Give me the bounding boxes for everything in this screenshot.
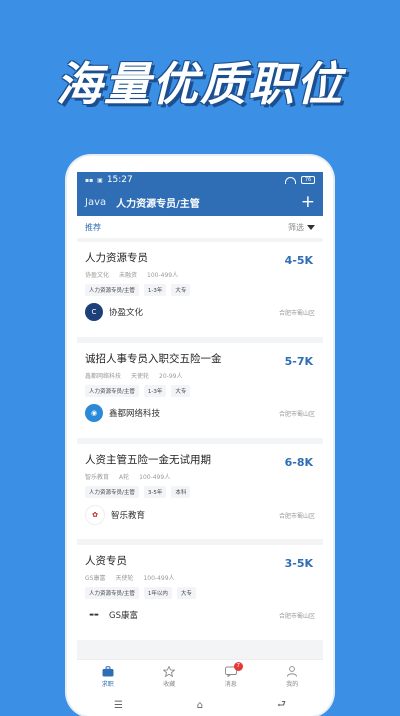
tab-favorites[interactable]: 收藏: [163, 666, 175, 688]
filter-label: 筛选: [288, 222, 304, 232]
company-meta: 智乐教育 A轮 100-499人: [85, 472, 315, 481]
top-nav: Java 人力资源专员/主管 +: [77, 188, 323, 216]
job-title: 诚招人事专员入职交五险一金: [85, 353, 222, 365]
system-nav-bar: ☰ ⌂ ⮐: [77, 694, 323, 716]
filter-button[interactable]: 筛选: [288, 222, 315, 233]
job-card[interactable]: 人资主管五险一金无试用期 6-8K 智乐教育 A轮 100-499人 人力资源专…: [77, 444, 323, 539]
tag-category: 人力资源专员/主管: [85, 284, 139, 296]
job-card[interactable]: 诚招人事专员入职交五险一金 5-7K 鑫都网络科技 天使轮 20-99人 人力资…: [77, 343, 323, 438]
company-row: ◉ 鑫都网络科技 合肥市蜀山区: [85, 404, 315, 422]
company-name: 鑫都网络科技: [109, 409, 161, 419]
job-tags: 人力资源专员/主管 1年以内 大专: [85, 587, 315, 599]
company-short-name: 协盈文化: [85, 272, 110, 279]
funding-stage: 未融资: [119, 272, 138, 279]
tag-experience: 1年以内: [143, 587, 172, 599]
plus-icon[interactable]: +: [301, 193, 315, 211]
unread-badge: 7: [233, 662, 243, 671]
job-title: 人力资源专员: [85, 252, 148, 264]
company-short-name: 鑫都网络科技: [85, 373, 122, 380]
tag-category: 人力资源专员/主管: [85, 486, 139, 498]
company-logo-icon: C: [85, 303, 103, 321]
job-title: 人资主管五险一金无试用期: [85, 454, 211, 466]
funding-stage: 天使轮: [131, 373, 150, 380]
tag-education: 大专: [176, 587, 196, 599]
company-logo-icon: ▬▬: [85, 606, 103, 624]
job-salary: 6-8K: [284, 456, 313, 469]
tab-label: 求职: [101, 681, 114, 688]
star-icon: [163, 666, 176, 677]
tag-category: 人力资源专员/主管: [85, 385, 139, 397]
job-salary: 5-7K: [284, 355, 313, 368]
company-row: C 协盈文化 合肥市蜀山区: [85, 303, 315, 321]
battery-icon: 76: [301, 176, 315, 184]
briefcase-icon: [102, 666, 114, 677]
company-name: GS康富: [109, 611, 138, 621]
company-size: 100-499人: [147, 272, 179, 279]
company-size: 100-499人: [143, 575, 175, 582]
company-meta: 协盈文化 未融资 100-499人: [85, 270, 315, 279]
job-salary: 3-5K: [284, 557, 313, 570]
dropdown-arrow-icon: [307, 224, 315, 230]
tab-label: 我的: [286, 681, 299, 688]
funding-stage: 天使轮: [115, 575, 134, 582]
job-card[interactable]: 人资专员 3-5K GS康富 天使轮 100-499人 人力资源专员/主管 1年…: [77, 545, 323, 640]
user-icon: [287, 666, 298, 677]
company-row: ✿ 智乐教育 合肥市蜀山区: [85, 505, 315, 525]
funding-stage: A轮: [119, 474, 130, 481]
tag-education: 本科: [171, 486, 191, 498]
signal-icon: ▪▪: [85, 176, 94, 184]
tag-experience: 1-3年: [143, 284, 167, 296]
company-size: 20-99人: [159, 373, 183, 380]
tab-jobs[interactable]: 求职: [102, 666, 114, 688]
wifi-icon: [285, 176, 296, 184]
tab-messages[interactable]: 7 消息: [224, 662, 243, 688]
company-area: 合肥市蜀山区: [278, 309, 315, 317]
tag-education: 大专: [171, 385, 191, 397]
search-keyword[interactable]: Java: [85, 197, 106, 208]
job-list: 人力资源专员 4-5K 协盈文化 未融资 100-499人 人力资源专员/主管 …: [77, 238, 323, 640]
job-tags: 人力资源专员/主管 3-5年 本科: [85, 486, 315, 498]
tab-profile[interactable]: 我的: [286, 666, 298, 688]
company-area: 合肥市蜀山区: [278, 512, 315, 520]
job-salary: 4-5K: [284, 254, 313, 267]
company-short-name: GS康富: [85, 575, 106, 582]
job-category-title[interactable]: 人力资源专员/主管: [116, 195, 200, 210]
tab-label: 消息: [224, 681, 237, 688]
company-meta: GS康富 天使轮 100-499人: [85, 573, 315, 582]
filter-row: 推荐 筛选: [77, 216, 323, 238]
tag-experience: 1-3年: [143, 385, 167, 397]
company-area: 合肥市蜀山区: [278, 612, 315, 620]
tab-label: 收藏: [163, 681, 176, 688]
job-card[interactable]: 人力资源专员 4-5K 协盈文化 未融资 100-499人 人力资源专员/主管 …: [77, 242, 323, 337]
status-time: 15:27: [106, 175, 133, 185]
company-name: 协盈文化: [109, 308, 144, 318]
company-short-name: 智乐教育: [85, 474, 110, 481]
menu-icon[interactable]: ☰: [114, 700, 123, 711]
company-name: 智乐教育: [111, 511, 146, 521]
job-tags: 人力资源专员/主管 1-3年 大专: [85, 284, 315, 296]
promo-banner-title: 海量优质职位: [56, 57, 344, 111]
phone-frame: ▪▪ ▣ 15:27 76 Java 人力资源专员/主管 + 推荐 筛选 人力资…: [67, 156, 333, 716]
tag-experience: 3-5年: [143, 486, 167, 498]
app-screen: ▪▪ ▣ 15:27 76 Java 人力资源专员/主管 + 推荐 筛选 人力资…: [77, 172, 323, 716]
tag-education: 大专: [171, 284, 191, 296]
company-logo-icon: ◉: [85, 404, 103, 422]
tag-category: 人力资源专员/主管: [85, 587, 139, 599]
company-area: 合肥市蜀山区: [278, 410, 315, 418]
job-tags: 人力资源专员/主管 1-3年 大专: [85, 385, 315, 397]
company-row: ▬▬ GS康富 合肥市蜀山区: [85, 606, 315, 624]
company-size: 100-499人: [139, 474, 171, 481]
company-logo-icon: ✿: [85, 505, 105, 525]
company-meta: 鑫都网络科技 天使轮 20-99人: [85, 371, 315, 380]
job-title: 人资专员: [85, 555, 127, 567]
notification-icon: ▣: [97, 176, 103, 184]
bottom-tab-bar: 求职 收藏 7 消息 我的: [77, 659, 323, 694]
home-icon[interactable]: ⌂: [197, 700, 203, 711]
status-bar: ▪▪ ▣ 15:27 76: [77, 172, 323, 188]
tab-recommend[interactable]: 推荐: [85, 222, 101, 233]
